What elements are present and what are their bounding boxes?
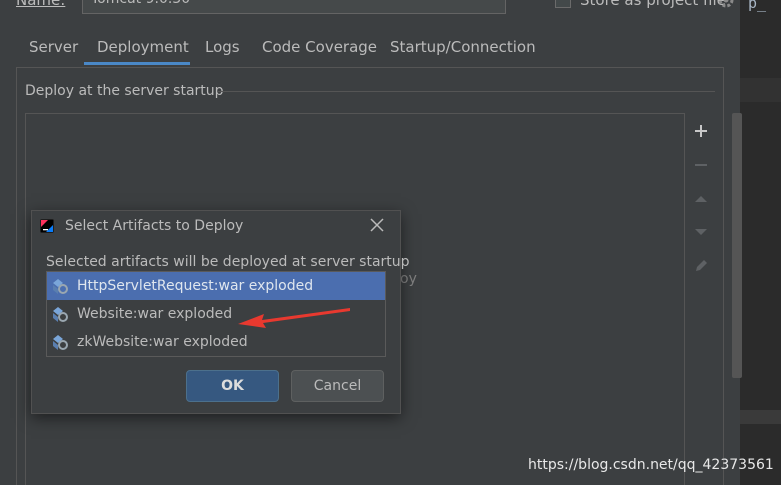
add-button[interactable]: [688, 118, 714, 144]
editor-highlight-line: [740, 78, 781, 102]
war-artifact-icon: [53, 279, 68, 294]
tab-logs[interactable]: Logs: [205, 38, 240, 56]
remove-button[interactable]: [688, 152, 714, 178]
tab-server[interactable]: Server: [29, 38, 78, 56]
name-label: Name:: [16, 0, 66, 9]
war-artifact-icon: [53, 335, 68, 350]
dialog-description: Selected artifacts will be deployed at s…: [46, 254, 410, 270]
editor-highlight-line: [740, 410, 781, 424]
close-icon[interactable]: [368, 216, 386, 234]
tab-deployment[interactable]: Deployment: [97, 38, 189, 56]
move-up-button[interactable]: [688, 186, 714, 212]
tab-code-coverage[interactable]: Code Coverage: [262, 38, 377, 56]
artifact-row[interactable]: HttpServletRequest:war exploded: [47, 272, 385, 300]
artifact-row[interactable]: zkWebsite:war exploded: [47, 328, 385, 356]
deploy-section-title: Deploy at the server startup: [25, 83, 224, 99]
scrollbar[interactable]: [732, 113, 742, 378]
move-up-icon: [695, 196, 707, 202]
store-as-project-file-label[interactable]: Store as project file: [580, 0, 726, 9]
editor-background-strip: p_: [740, 0, 781, 485]
section-divider: [218, 91, 715, 92]
artifact-label: zkWebsite:war exploded: [77, 334, 248, 350]
empty-list-hint: oy: [400, 271, 417, 287]
edit-button[interactable]: [688, 253, 714, 279]
artifact-label: HttpServletRequest:war exploded: [77, 278, 314, 294]
remove-icon: [695, 164, 707, 166]
gear-icon[interactable]: [716, 0, 736, 10]
watermark: https://blog.csdn.net/qq_42373561: [528, 457, 774, 473]
tab-startup-connection[interactable]: Startup/Connection: [390, 38, 536, 56]
editor-code-snippet: p_: [748, 0, 767, 12]
war-artifact-icon: [53, 307, 68, 322]
cancel-button[interactable]: Cancel: [291, 370, 384, 402]
store-as-project-file-checkbox[interactable]: [555, 0, 571, 8]
ok-button[interactable]: OK: [186, 370, 279, 402]
add-icon: [695, 125, 707, 137]
name-input[interactable]: Tomcat 9.0.30: [82, 0, 506, 14]
artifact-label: Website:war exploded: [77, 306, 233, 322]
active-tab-indicator: [84, 62, 190, 65]
edit-icon: [696, 260, 707, 271]
annotation-arrow-icon: [238, 308, 350, 328]
intellij-app-icon: [40, 219, 54, 233]
move-down-icon: [695, 229, 707, 235]
dialog-title: Select Artifacts to Deploy: [65, 218, 244, 234]
move-down-button[interactable]: [688, 219, 714, 245]
